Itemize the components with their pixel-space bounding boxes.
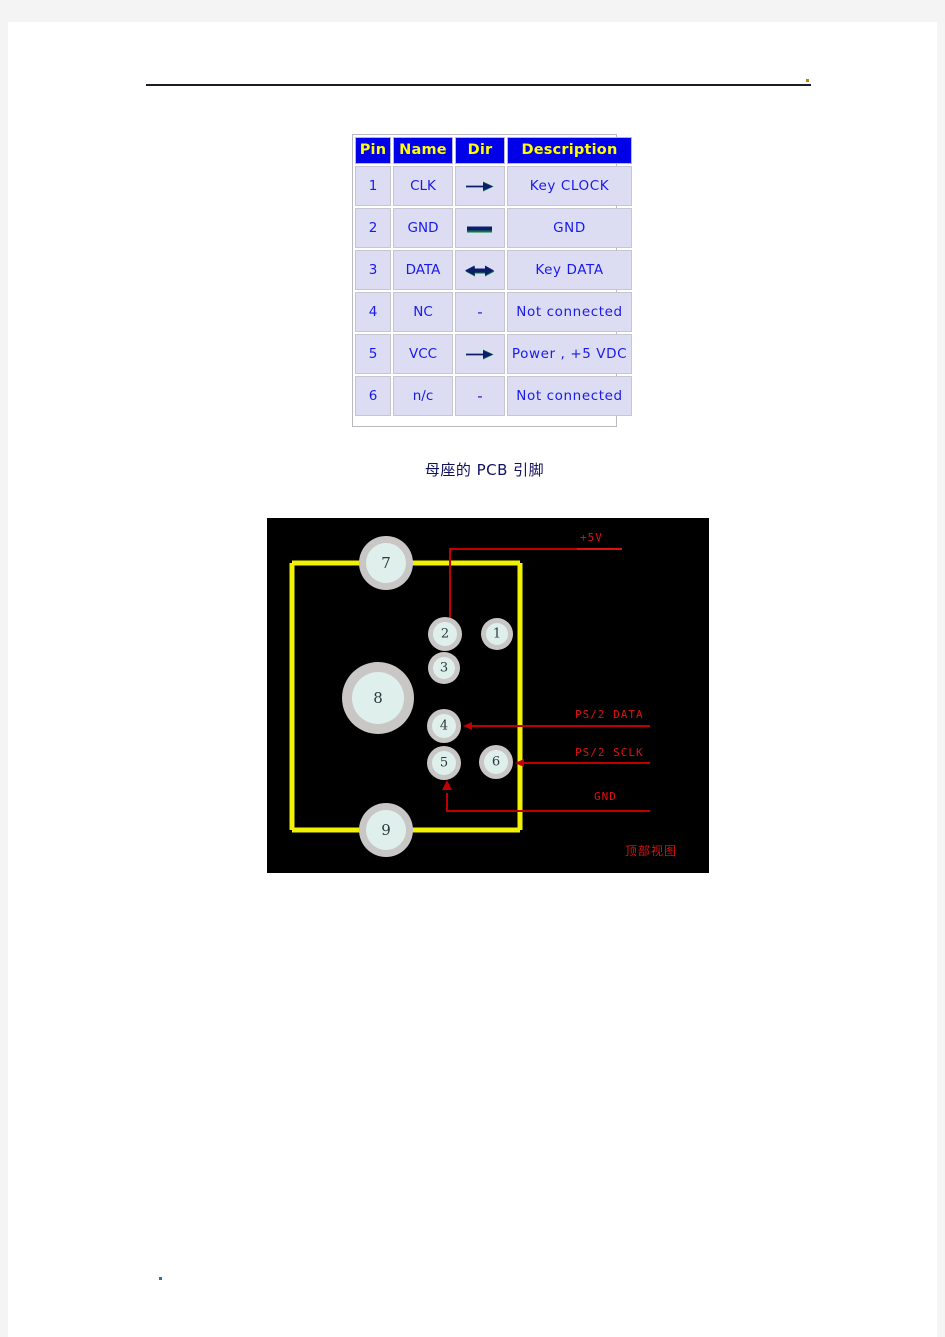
- svg-text:1: 1: [493, 627, 501, 642]
- cell-description: Key DATA: [507, 250, 632, 290]
- cell-pin: 4: [355, 292, 391, 332]
- dir-dash-text: -: [477, 303, 483, 321]
- pad-1: 1: [481, 618, 513, 650]
- footer-dot: [159, 1277, 162, 1280]
- svg-text:5: 5: [440, 756, 448, 771]
- cell-name: NC: [393, 292, 453, 332]
- leader-ps2-sclk: [515, 759, 650, 767]
- table-row: 5 VCC Power , +5 VDC: [355, 334, 632, 374]
- cell-dir: [455, 334, 505, 374]
- label-ps2-data: PS/2 DATA: [575, 708, 644, 721]
- cell-pin: 2: [355, 208, 391, 248]
- horizontal-line-icon: [457, 210, 503, 246]
- leader-ps2-data: [463, 722, 650, 730]
- svg-text:8: 8: [373, 689, 383, 707]
- pcb-footprint-diagram: 7 2 1 3 8 4 5 6 9 +5V PS/2 DATA PS/2 SCL…: [267, 518, 709, 873]
- cell-dir: -: [455, 376, 505, 416]
- svg-text:6: 6: [492, 755, 500, 770]
- cell-description: Power , +5 VDC: [507, 334, 632, 374]
- label-gnd: GND: [594, 790, 617, 803]
- cell-description: Key CLOCK: [507, 166, 632, 206]
- pcb-figure-caption: 母座的 PCB 引脚: [424, 461, 545, 479]
- cell-pin: 5: [355, 334, 391, 374]
- table-row: 2 GND GND: [355, 208, 632, 248]
- cell-name: DATA: [393, 250, 453, 290]
- pad-4: 4: [427, 709, 461, 743]
- cell-name: CLK: [393, 166, 453, 206]
- cell-dir: -: [455, 292, 505, 332]
- header-rule-tick: [806, 79, 809, 82]
- cell-description: GND: [507, 208, 632, 248]
- cell-pin: 1: [355, 166, 391, 206]
- leader-gnd: [442, 780, 650, 812]
- document-page: Pin Name Dir Description 1 CLK Key CLOCK…: [8, 22, 937, 1337]
- svg-text:4: 4: [440, 719, 448, 734]
- cell-dir: [455, 166, 505, 206]
- svg-text:7: 7: [381, 554, 391, 572]
- pin-assignment-table: Pin Name Dir Description 1 CLK Key CLOCK…: [353, 135, 634, 418]
- svg-text:2: 2: [441, 627, 449, 642]
- header-rule: [146, 84, 811, 86]
- pad-9: 9: [359, 803, 413, 857]
- table-row: 1 CLK Key CLOCK: [355, 166, 632, 206]
- cell-description: Not connected: [507, 292, 632, 332]
- cell-name: n/c: [393, 376, 453, 416]
- arrow-right-icon: [457, 168, 503, 204]
- arrow-right-icon: [457, 336, 503, 372]
- arrow-bidirectional-icon: [457, 252, 503, 288]
- column-header-description: Description: [507, 137, 632, 164]
- cell-name: GND: [393, 208, 453, 248]
- cell-dir: [455, 250, 505, 290]
- label-5v: +5V: [580, 531, 603, 544]
- table-row: 6 n/c - Not connected: [355, 376, 632, 416]
- dir-dash-text: -: [477, 387, 483, 405]
- cell-name: VCC: [393, 334, 453, 374]
- svg-text:9: 9: [381, 821, 391, 839]
- cell-pin: 6: [355, 376, 391, 416]
- column-header-dir: Dir: [455, 137, 505, 164]
- column-header-pin: Pin: [355, 137, 391, 164]
- table-row: 3 DATA Key DATA: [355, 250, 632, 290]
- pad-2: 2: [428, 617, 462, 651]
- label-ps2-sclk: PS/2 SCLK: [575, 746, 644, 759]
- table-row: 4 NC - Not connected: [355, 292, 632, 332]
- cell-description: Not connected: [507, 376, 632, 416]
- pad-3: 3: [428, 652, 460, 684]
- cell-dir: [455, 208, 505, 248]
- pad-5: 5: [427, 746, 461, 780]
- svg-text:3: 3: [440, 661, 448, 676]
- pad-7: 7: [359, 536, 413, 590]
- column-header-name: Name: [393, 137, 453, 164]
- table-header-row: Pin Name Dir Description: [355, 137, 632, 164]
- cell-pin: 3: [355, 250, 391, 290]
- pad-8: 8: [342, 662, 414, 734]
- label-top-view: 顶部视图: [625, 843, 677, 858]
- pad-6: 6: [479, 745, 513, 779]
